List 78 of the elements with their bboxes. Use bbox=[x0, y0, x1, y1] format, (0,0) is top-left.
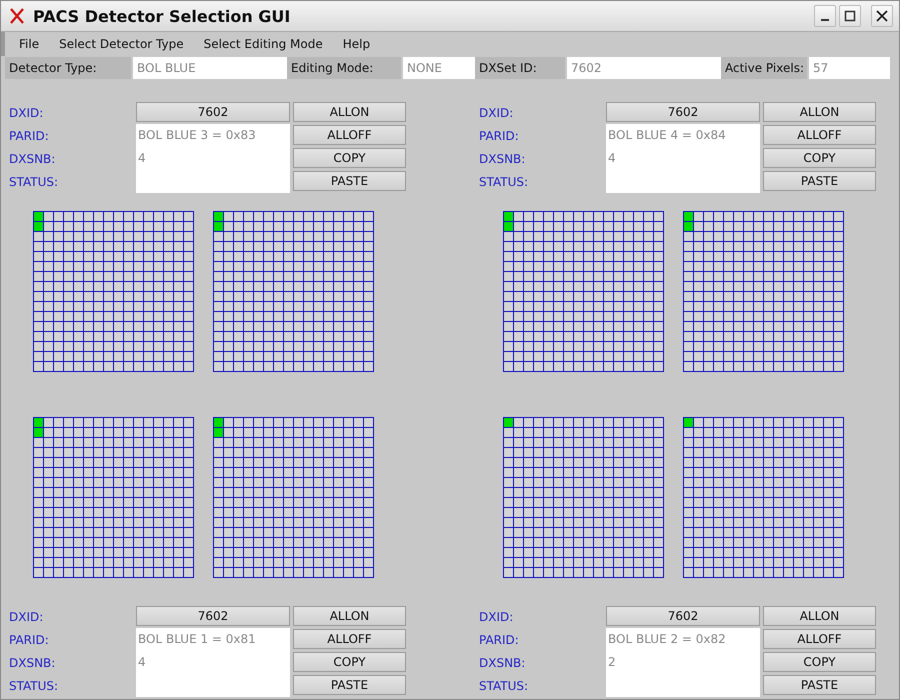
field-label: PARID: bbox=[479, 128, 520, 144]
dxsnb-value: 4 bbox=[138, 150, 147, 167]
action-button[interactable]: ALLON bbox=[293, 606, 406, 626]
active-pixel[interactable] bbox=[213, 221, 224, 232]
action-button[interactable]: COPY bbox=[293, 148, 406, 168]
dxsnb-value: 4 bbox=[608, 150, 617, 167]
menu-item[interactable]: Select Editing Mode bbox=[194, 37, 333, 51]
info-value: 7602 bbox=[567, 57, 721, 79]
action-button[interactable]: ALLON bbox=[763, 102, 876, 122]
field-label: PARID: bbox=[479, 632, 520, 648]
field-label: DXSNB: bbox=[479, 150, 526, 168]
parid-value: BOL BLUE 2 = 0x82 bbox=[608, 631, 727, 648]
field-label: DXSNB: bbox=[9, 150, 56, 168]
minimize-icon bbox=[821, 19, 829, 21]
parid-value: BOL BLUE 1 = 0x81 bbox=[138, 631, 257, 648]
field-label: STATUS: bbox=[9, 174, 60, 190]
dxid-button[interactable]: 7602 bbox=[136, 102, 290, 122]
active-pixel[interactable] bbox=[683, 417, 694, 428]
active-pixel[interactable] bbox=[503, 211, 514, 222]
close-button[interactable] bbox=[871, 5, 893, 27]
maximize-button[interactable] bbox=[839, 5, 861, 27]
field-label: DXID: bbox=[9, 104, 44, 122]
parid-value: BOL BLUE 3 = 0x83 bbox=[138, 127, 257, 144]
action-button[interactable]: ALLON bbox=[293, 102, 406, 122]
active-pixel[interactable] bbox=[33, 417, 44, 428]
action-button[interactable]: ALLOFF bbox=[293, 629, 406, 649]
action-button[interactable]: COPY bbox=[763, 148, 876, 168]
action-button[interactable]: PASTE bbox=[293, 675, 406, 695]
x-logo-icon bbox=[9, 8, 25, 24]
active-pixel[interactable] bbox=[33, 427, 44, 438]
action-button[interactable]: PASTE bbox=[763, 171, 876, 191]
maximize-icon bbox=[844, 10, 856, 22]
action-button[interactable]: PASTE bbox=[763, 675, 876, 695]
action-button[interactable]: ALLOFF bbox=[763, 629, 876, 649]
active-pixel[interactable] bbox=[33, 221, 44, 232]
info-value: BOL BLUE bbox=[133, 57, 287, 79]
action-button[interactable]: COPY bbox=[293, 652, 406, 672]
field-label: DXID: bbox=[479, 608, 514, 626]
active-pixel[interactable] bbox=[683, 221, 694, 232]
minimize-button[interactable] bbox=[814, 5, 836, 27]
action-button[interactable]: COPY bbox=[763, 652, 876, 672]
action-button[interactable]: ALLOFF bbox=[293, 125, 406, 145]
dxsnb-value: 2 bbox=[608, 654, 617, 671]
active-pixel[interactable] bbox=[683, 211, 694, 222]
info-label: Editing Mode: bbox=[287, 57, 401, 79]
active-pixel[interactable] bbox=[33, 211, 44, 222]
active-pixel[interactable] bbox=[213, 427, 224, 438]
field-label: PARID: bbox=[9, 128, 50, 144]
menu-item[interactable]: Help bbox=[332, 37, 380, 51]
active-pixel[interactable] bbox=[213, 417, 224, 428]
dxsnb-value: 4 bbox=[138, 654, 147, 671]
field-label: STATUS: bbox=[9, 678, 60, 694]
field-label: DXID: bbox=[479, 104, 514, 122]
info-label: DXSet ID: bbox=[475, 57, 565, 79]
action-button[interactable]: ALLON bbox=[763, 606, 876, 626]
active-pixel[interactable] bbox=[503, 417, 514, 428]
active-pixel[interactable] bbox=[503, 221, 514, 232]
info-value: NONE bbox=[403, 57, 475, 79]
menu-item[interactable]: Select Detector Type bbox=[49, 37, 194, 51]
field-label: PARID: bbox=[9, 632, 50, 648]
action-button[interactable]: PASTE bbox=[293, 171, 406, 191]
field-label: DXSNB: bbox=[479, 654, 526, 672]
info-label: Active Pixels: bbox=[721, 57, 807, 79]
window-title: PACS Detector Selection GUI bbox=[33, 6, 292, 26]
dxid-button[interactable]: 7602 bbox=[606, 102, 760, 122]
info-label: Detector Type: bbox=[5, 57, 131, 79]
menu-item[interactable]: File bbox=[9, 37, 50, 51]
parid-value: BOL BLUE 4 = 0x84 bbox=[608, 127, 727, 144]
active-pixel[interactable] bbox=[213, 211, 224, 222]
field-label: STATUS: bbox=[479, 678, 530, 694]
close-icon bbox=[876, 10, 888, 22]
field-label: STATUS: bbox=[479, 174, 530, 190]
info-value: 57 bbox=[809, 57, 890, 79]
dxid-button[interactable]: 7602 bbox=[136, 606, 290, 626]
action-button[interactable]: ALLOFF bbox=[763, 125, 876, 145]
dxid-button[interactable]: 7602 bbox=[606, 606, 760, 626]
field-label: DXSNB: bbox=[9, 654, 56, 672]
field-label: DXID: bbox=[9, 608, 44, 626]
